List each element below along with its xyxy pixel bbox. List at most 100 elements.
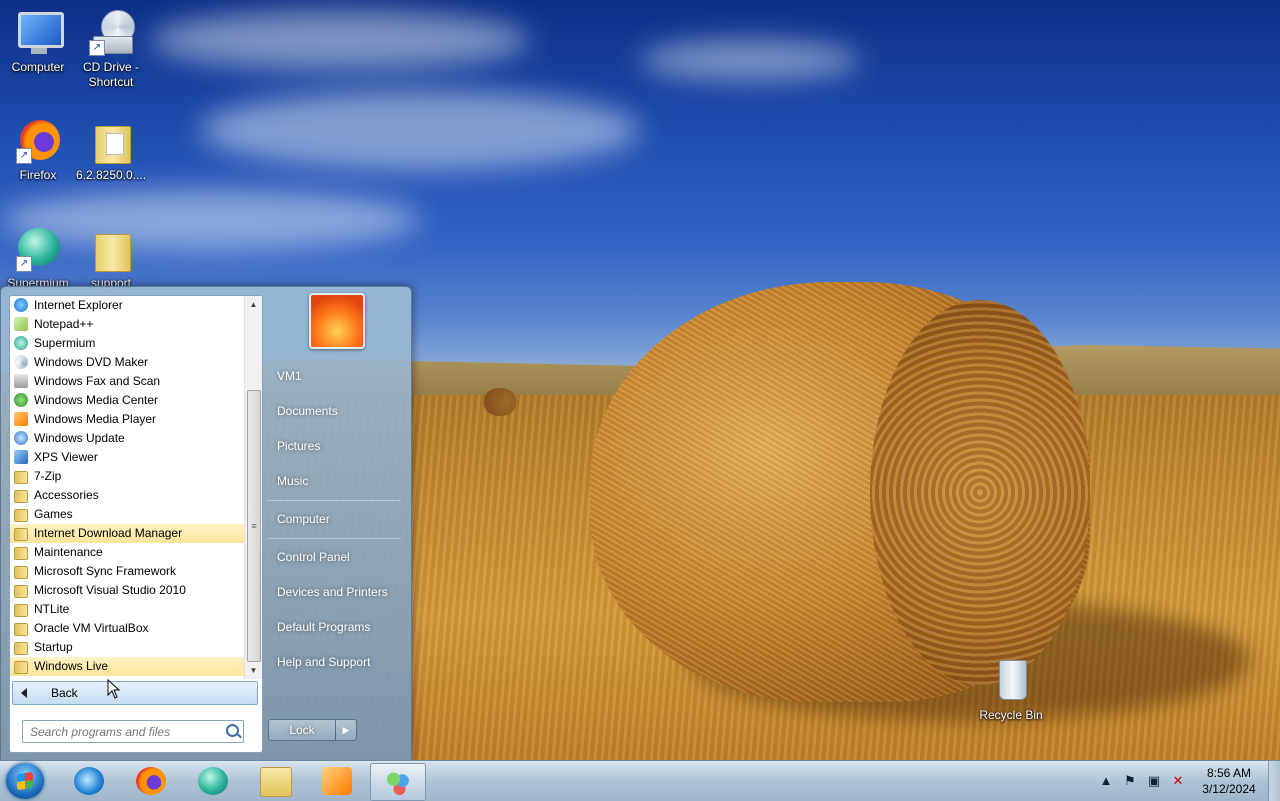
volume-muted-icon[interactable]: ✕ <box>1170 773 1186 789</box>
program-label: Windows Live <box>34 659 109 673</box>
supermium-icon <box>198 767 228 795</box>
programs-scrollbar[interactable]: ▲ ≡ ▼ <box>244 296 262 679</box>
program-label: Oracle VM VirtualBox <box>34 621 149 635</box>
folder-icon <box>14 585 28 598</box>
show-desktop-button[interactable] <box>1268 761 1280 801</box>
start-button[interactable] <box>6 763 44 799</box>
taskbar-media-player[interactable] <box>310 763 364 799</box>
desktop-icon-supermium[interactable]: ↗ Supermium <box>0 224 76 291</box>
taskbar-windows-explorer[interactable] <box>248 763 302 799</box>
windows-update-icon <box>14 431 28 445</box>
shutdown-options-chevron-icon[interactable]: ▶ <box>335 719 357 741</box>
folder-icon <box>14 623 28 636</box>
network-icon[interactable]: ▣ <box>1146 773 1162 789</box>
supermium-icon <box>14 336 28 350</box>
internet-explorer-icon <box>74 767 104 795</box>
right-item-devices-and-printers[interactable]: Devices and Printers <box>269 576 411 608</box>
program-folder-visual-studio-2010[interactable]: Microsoft Visual Studio 2010 <box>10 581 244 600</box>
system-clock[interactable]: 8:56 AM 3/12/2024 <box>1196 765 1262 797</box>
desktop-icon-cd-drive-shortcut[interactable]: ↗ CD Drive - Shortcut <box>73 8 149 90</box>
right-item-control-panel[interactable]: Control Panel <box>269 541 411 573</box>
action-center-flag-icon[interactable]: ⚑ <box>1122 773 1138 789</box>
users-icon <box>383 768 413 796</box>
right-item-vm1[interactable]: VM1 <box>269 360 411 392</box>
right-item-computer[interactable]: Computer <box>269 503 411 535</box>
program-item-windows-media-center[interactable]: Windows Media Center <box>10 391 244 410</box>
back-button[interactable]: Back <box>12 681 258 705</box>
program-folder-oracle-vm-virtualbox[interactable]: Oracle VM VirtualBox <box>10 619 244 638</box>
program-item-xps-viewer[interactable]: XPS Viewer <box>10 448 244 467</box>
taskbar-supermium[interactable] <box>186 763 240 799</box>
program-folder-7-zip[interactable]: 7-Zip <box>10 467 244 486</box>
right-item-documents[interactable]: Documents <box>269 395 411 427</box>
user-picture[interactable] <box>309 293 365 349</box>
program-label: Windows Media Center <box>34 393 159 407</box>
hay-bale-face <box>870 300 1090 685</box>
clock-time: 8:56 AM <box>1206 766 1252 780</box>
program-folder-windows-live[interactable]: Windows Live <box>10 657 244 676</box>
program-label: Windows Media Player <box>34 412 157 426</box>
small-hay-bale <box>484 388 516 416</box>
program-item-windows-dvd-maker[interactable]: Windows DVD Maker <box>10 353 244 372</box>
search-input[interactable] <box>23 721 222 742</box>
taskbar-internet-explorer[interactable] <box>62 763 116 799</box>
program-folder-maintenance[interactable]: Maintenance <box>10 543 244 562</box>
menu-separator <box>267 538 401 539</box>
folder-icon <box>14 547 28 560</box>
folder-icon <box>14 490 28 503</box>
program-label: 7-Zip <box>34 469 62 483</box>
desktop-icon-label: Computer <box>11 60 65 74</box>
program-label: Maintenance <box>34 545 103 559</box>
desktop-icon-folder-version[interactable]: 6.2.8250.0.... <box>73 116 149 183</box>
program-item-supermium[interactable]: Supermium <box>10 334 244 353</box>
folder-icon <box>14 642 28 655</box>
search-box[interactable] <box>22 720 244 743</box>
firefox-icon: ↗ <box>14 116 62 164</box>
program-folder-ntlite[interactable]: NTLite <box>10 600 244 619</box>
cloud <box>640 40 860 80</box>
media-center-icon <box>14 393 28 407</box>
menu-separator <box>267 500 401 501</box>
scroll-up-icon[interactable]: ▲ <box>245 296 262 313</box>
program-folder-startup[interactable]: Startup <box>10 638 244 657</box>
notepad-icon <box>14 317 28 331</box>
all-programs-list: Internet Explorer Notepad++ Supermium Wi… <box>10 296 244 679</box>
show-hidden-icons-chevron-icon[interactable]: ▲ <box>1098 773 1114 789</box>
desktop-icon-firefox[interactable]: ↗ Firefox <box>0 116 76 183</box>
program-folder-microsoft-sync-framework[interactable]: Microsoft Sync Framework <box>10 562 244 581</box>
folder-icon <box>87 116 135 164</box>
internet-explorer-icon <box>14 298 28 312</box>
folder-icon <box>260 767 292 797</box>
desktop-icon-support[interactable]: support <box>73 224 149 291</box>
program-item-windows-update[interactable]: Windows Update <box>10 429 244 448</box>
right-item-default-programs[interactable]: Default Programs <box>269 611 411 643</box>
program-folder-accessories[interactable]: Accessories <box>10 486 244 505</box>
program-label: Startup <box>34 640 73 654</box>
scroll-thumb[interactable]: ≡ <box>247 390 261 662</box>
program-folder-games[interactable]: Games <box>10 505 244 524</box>
folder-icon <box>87 224 135 272</box>
desktop-icon-computer[interactable]: Computer <box>0 8 76 75</box>
program-item-internet-explorer[interactable]: Internet Explorer <box>10 296 244 315</box>
program-label: Microsoft Sync Framework <box>34 564 177 578</box>
lock-button[interactable]: Lock <box>268 719 336 741</box>
search-icon[interactable] <box>226 724 239 737</box>
right-item-pictures[interactable]: Pictures <box>269 430 411 462</box>
program-label: Games <box>34 507 73 521</box>
taskbar: ▲ ⚑ ▣ ✕ 8:56 AM 3/12/2024 <box>0 760 1280 801</box>
firefox-icon <box>136 767 166 795</box>
dvd-maker-icon <box>14 355 28 369</box>
cloud <box>200 90 640 170</box>
program-folder-internet-download-manager[interactable]: Internet Download Manager <box>10 524 244 543</box>
scroll-down-icon[interactable]: ▼ <box>245 662 262 679</box>
program-label: Notepad++ <box>34 317 94 331</box>
program-item-windows-media-player[interactable]: Windows Media Player <box>10 410 244 429</box>
taskbar-user-accounts[interactable] <box>370 763 426 801</box>
taskbar-firefox[interactable] <box>124 763 178 799</box>
right-item-help-and-support[interactable]: Help and Support <box>269 646 411 678</box>
right-item-music[interactable]: Music <box>269 465 411 497</box>
program-item-notepad-plus-plus[interactable]: Notepad++ <box>10 315 244 334</box>
desktop-icon-recycle-bin[interactable]: Recycle Bin <box>973 656 1049 723</box>
cd-drive-icon: ↗ <box>87 8 135 56</box>
program-item-windows-fax-and-scan[interactable]: Windows Fax and Scan <box>10 372 244 391</box>
